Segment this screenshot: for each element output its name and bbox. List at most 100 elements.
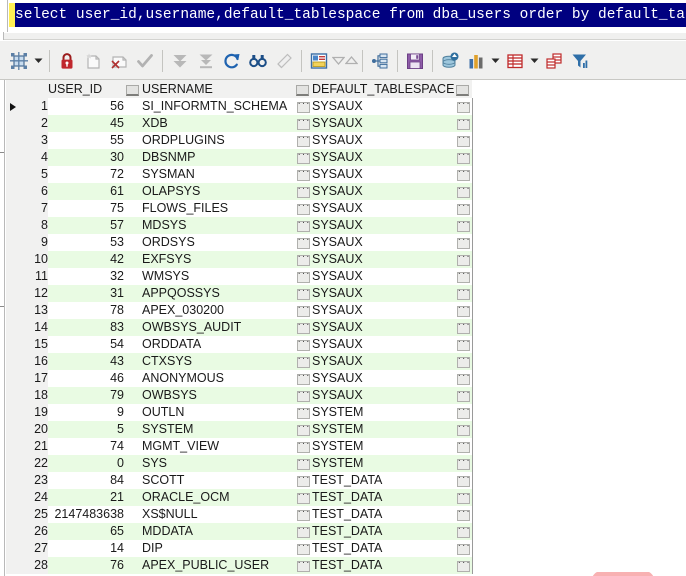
table-row[interactable]: 13 78 APEX_030200 SYSAUX xyxy=(6,302,473,319)
cell-user-id[interactable]: 9 xyxy=(48,404,124,421)
table-row[interactable]: 2 45 XDB SYSAUX xyxy=(6,115,473,132)
cell-user-id[interactable]: 31 xyxy=(48,285,124,302)
cell-username[interactable]: CTXSYS xyxy=(142,353,294,370)
collapse-down-icon[interactable] xyxy=(332,48,345,74)
ellipsis-icon[interactable] xyxy=(456,489,470,504)
cell-default-tablespace[interactable]: SYSAUX xyxy=(312,98,455,115)
cell-username-expand[interactable] xyxy=(294,455,312,472)
ellipsis-icon[interactable] xyxy=(456,523,470,538)
ellipsis-icon[interactable] xyxy=(456,387,470,402)
header-default-tablespace-grip[interactable] xyxy=(454,80,473,98)
table-row[interactable]: 12 31 APPQOSSYS SYSAUX xyxy=(6,285,473,302)
cell-username-expand[interactable] xyxy=(294,438,312,455)
ellipsis-icon[interactable] xyxy=(296,387,310,402)
ellipsis-icon[interactable] xyxy=(456,200,470,215)
ellipsis-icon[interactable] xyxy=(456,234,470,249)
cell-default-tablespace[interactable]: SYSAUX xyxy=(312,234,455,251)
ellipsis-icon[interactable] xyxy=(456,557,470,572)
ellipsis-icon[interactable] xyxy=(456,183,470,198)
cell-user-id[interactable]: 78 xyxy=(48,302,124,319)
cell-username[interactable]: ORDPLUGINS xyxy=(142,132,294,149)
cell-username[interactable]: SCOTT xyxy=(142,472,294,489)
cell-username-expand[interactable] xyxy=(294,285,312,302)
cell-user-id[interactable]: 76 xyxy=(48,557,124,574)
cell-user-id[interactable]: 43 xyxy=(48,353,124,370)
cell-user-id[interactable]: 30 xyxy=(48,149,124,166)
cell-default-tablespace-expand[interactable] xyxy=(454,557,473,574)
cell-user-id[interactable]: 72 xyxy=(48,166,124,183)
table-row[interactable]: 26 65 MDDATA TEST_DATA xyxy=(6,523,473,540)
header-username[interactable]: USERNAME xyxy=(142,80,294,98)
cell-username-expand[interactable] xyxy=(294,540,312,557)
cell-username-expand[interactable] xyxy=(294,370,312,387)
cell-username-expand[interactable] xyxy=(294,557,312,574)
cell-default-tablespace-expand[interactable] xyxy=(454,268,473,285)
ellipsis-icon[interactable] xyxy=(456,132,470,147)
table-row[interactable]: 28 76 APEX_PUBLIC_USER TEST_DATA xyxy=(6,557,473,574)
export-db-icon[interactable] xyxy=(437,48,463,74)
table-row[interactable]: 18 79 OWBSYS SYSAUX xyxy=(6,387,473,404)
ellipsis-icon[interactable] xyxy=(296,540,310,555)
cell-username[interactable]: SYSMAN xyxy=(142,166,294,183)
ellipsis-icon[interactable] xyxy=(456,302,470,317)
row-marker-cell[interactable] xyxy=(6,370,20,387)
cell-default-tablespace[interactable]: SYSAUX xyxy=(312,251,455,268)
row-marker-cell[interactable] xyxy=(6,251,20,268)
cell-default-tablespace[interactable]: SYSAUX xyxy=(312,319,455,336)
table-row[interactable]: 23 84 SCOTT TEST_DATA xyxy=(6,472,473,489)
cell-username[interactable]: OWBSYS xyxy=(142,387,294,404)
cell-default-tablespace[interactable]: SYSAUX xyxy=(312,183,455,200)
cell-user-id[interactable]: 55 xyxy=(48,132,124,149)
cell-username[interactable]: XDB xyxy=(142,115,294,132)
ellipsis-icon[interactable] xyxy=(296,166,310,181)
insert-row-icon[interactable] xyxy=(80,48,106,74)
cell-username[interactable]: MDSYS xyxy=(142,217,294,234)
row-number-cell[interactable]: 3 xyxy=(20,132,48,149)
row-marker-cell[interactable] xyxy=(6,149,20,166)
row-number-cell[interactable]: 13 xyxy=(20,302,48,319)
row-marker-cell[interactable] xyxy=(6,302,20,319)
delete-row-icon[interactable] xyxy=(106,48,132,74)
row-number-cell[interactable]: 17 xyxy=(20,370,48,387)
table-row[interactable]: 6 61 OLAPSYS SYSAUX xyxy=(6,183,473,200)
cell-default-tablespace[interactable]: SYSAUX xyxy=(312,166,455,183)
ellipsis-icon[interactable] xyxy=(456,217,470,232)
row-number-cell[interactable]: 5 xyxy=(20,166,48,183)
cell-default-tablespace[interactable]: TEST_DATA xyxy=(312,506,455,523)
chart-icon[interactable] xyxy=(463,48,489,74)
cell-default-tablespace-expand[interactable] xyxy=(454,234,473,251)
cell-default-tablespace-expand[interactable] xyxy=(454,387,473,404)
cell-default-tablespace[interactable]: TEST_DATA xyxy=(312,489,455,506)
cell-default-tablespace-expand[interactable] xyxy=(454,285,473,302)
cell-username-expand[interactable] xyxy=(294,268,312,285)
header-username-grip[interactable] xyxy=(294,80,312,98)
cell-username[interactable]: DBSNMP xyxy=(142,149,294,166)
cell-default-tablespace[interactable]: TEST_DATA xyxy=(312,523,455,540)
ellipsis-icon[interactable] xyxy=(456,268,470,283)
cell-default-tablespace-expand[interactable] xyxy=(454,404,473,421)
ellipsis-icon[interactable] xyxy=(296,200,310,215)
cell-default-tablespace[interactable]: SYSAUX xyxy=(312,217,455,234)
header-user-id[interactable]: USER_ID xyxy=(48,80,124,98)
cell-user-id[interactable]: 14 xyxy=(48,540,124,557)
cell-user-id[interactable]: 2147483638 xyxy=(48,506,124,523)
copy-rows-icon[interactable] xyxy=(541,48,567,74)
header-default-tablespace[interactable]: DEFAULT_TABLESPACE xyxy=(312,80,455,98)
cell-username[interactable]: APPQOSSYS xyxy=(142,285,294,302)
row-number-cell[interactable]: 23 xyxy=(20,472,48,489)
table-row[interactable]: 21 74 MGMT_VIEW SYSTEM xyxy=(6,438,473,455)
ellipsis-icon[interactable] xyxy=(456,98,470,113)
table-row[interactable]: 8 57 MDSYS SYSAUX xyxy=(6,217,473,234)
ellipsis-icon[interactable] xyxy=(296,336,310,351)
table-row[interactable]: 15 54 ORDDATA SYSAUX xyxy=(6,336,473,353)
cell-user-id[interactable]: 61 xyxy=(48,183,124,200)
ellipsis-icon[interactable] xyxy=(456,404,470,419)
row-marker-cell[interactable] xyxy=(6,217,20,234)
table-row[interactable]: 4 30 DBSNMP SYSAUX xyxy=(6,149,473,166)
cell-username-expand[interactable] xyxy=(294,404,312,421)
ellipsis-icon[interactable] xyxy=(296,353,310,368)
row-number-cell[interactable]: 24 xyxy=(20,489,48,506)
ellipsis-icon[interactable] xyxy=(296,421,310,436)
cell-username-expand[interactable] xyxy=(294,183,312,200)
cell-default-tablespace-expand[interactable] xyxy=(454,506,473,523)
